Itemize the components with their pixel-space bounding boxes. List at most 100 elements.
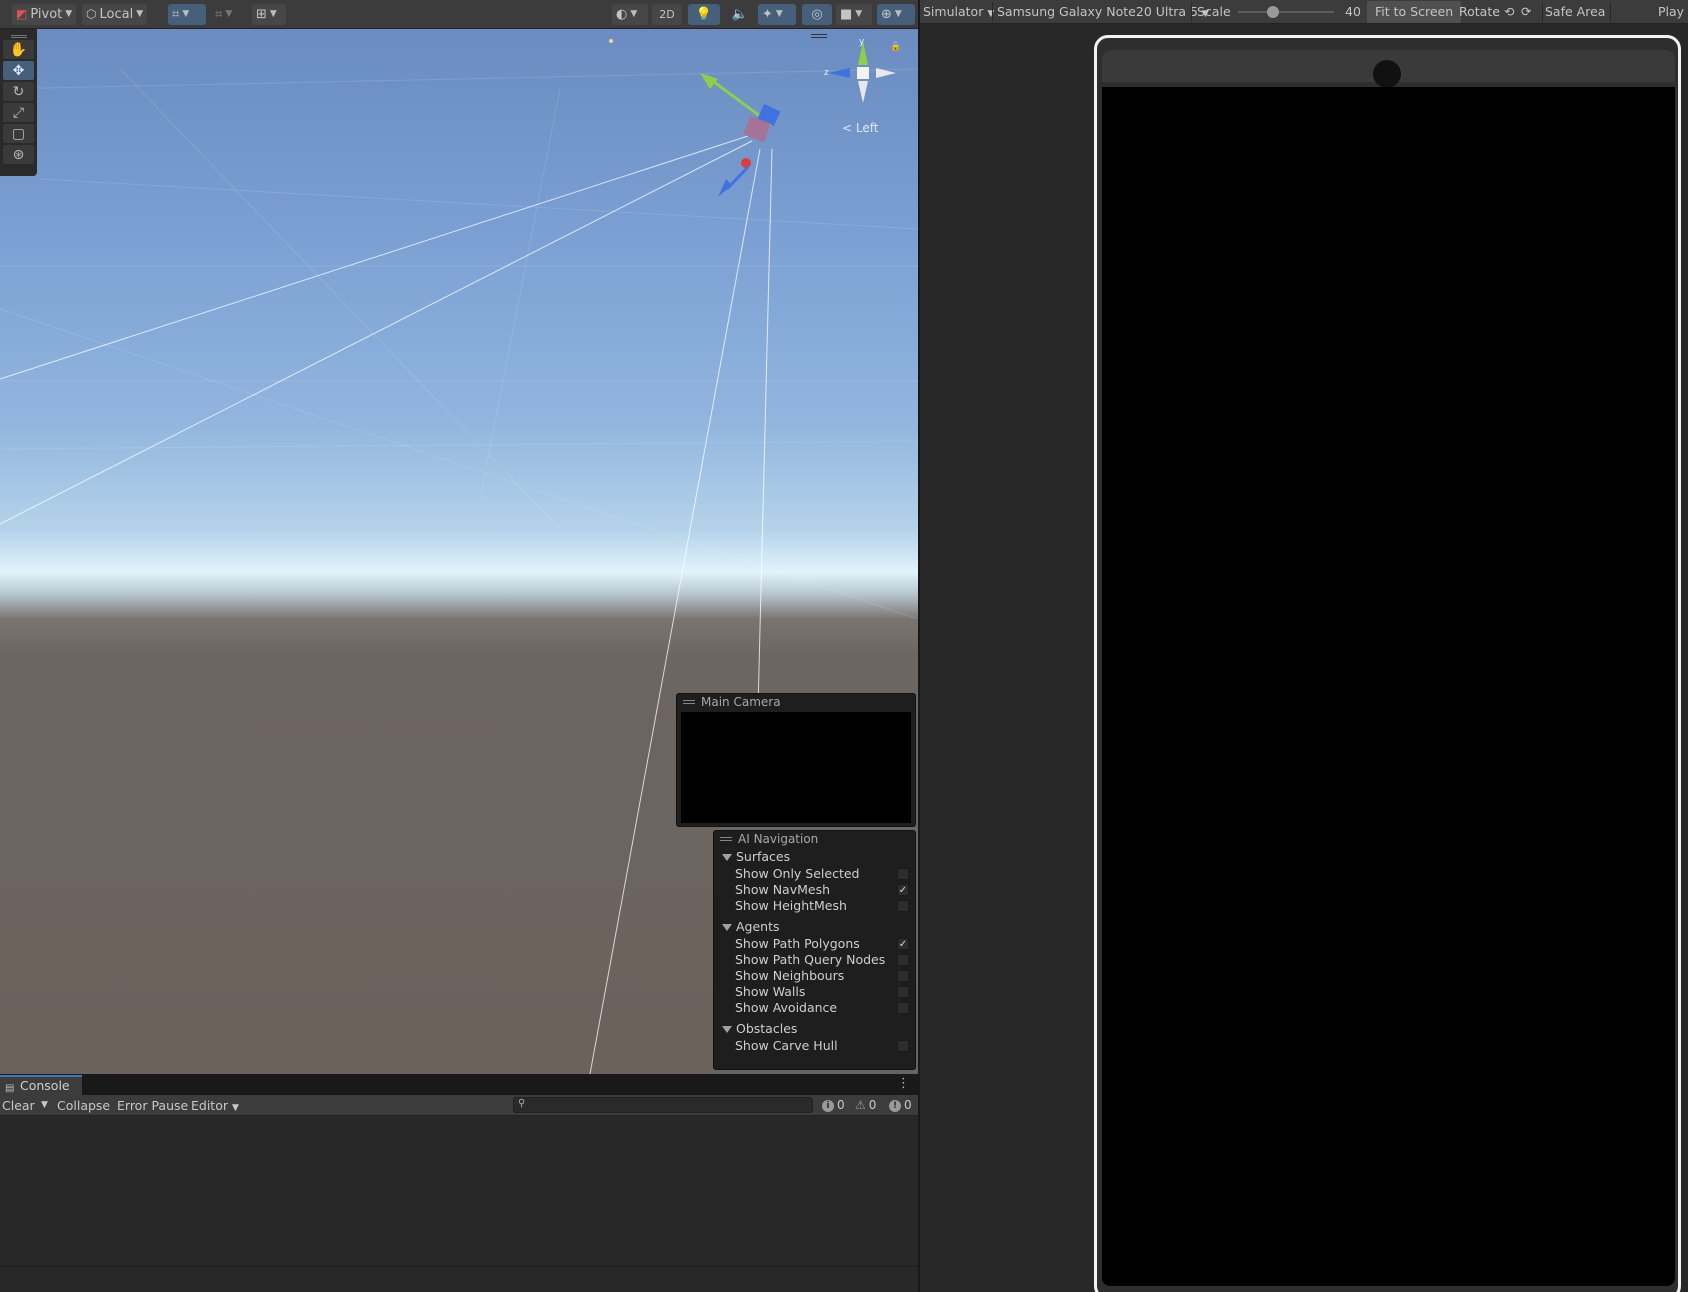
front-camera-icon — [1373, 60, 1401, 88]
option-show-walls[interactable]: Show Walls — [714, 984, 915, 1000]
unity-editor-window: ◩ Pivot ▼ ⬡ Local ▼ ⌗ ▼ ⌗ ▼ ⊞ ▼ ◐ ▼ 2D 💡… — [0, 0, 1688, 1292]
option-show-neighbours[interactable]: Show Neighbours — [714, 968, 915, 984]
chevron-down-icon: ▼ — [65, 9, 73, 19]
checkmark-icon: ✓ — [898, 939, 908, 950]
shaded-sphere-icon: ◐ — [616, 7, 628, 22]
section-surfaces[interactable]: Surfaces — [714, 848, 915, 866]
transform-icon: ⊛ — [12, 146, 25, 163]
rotate-label: Rotate — [1459, 4, 1500, 19]
checkbox-checked[interactable]: ✓ — [897, 938, 909, 950]
scale-label: Scale — [1197, 4, 1231, 19]
option-show-path-query-nodes[interactable]: Show Path Query Nodes — [714, 952, 915, 968]
checkbox-checked[interactable]: ✓ — [897, 884, 909, 896]
checkbox[interactable] — [897, 1002, 909, 1014]
device-dropdown[interactable]: Samsung Galaxy Note20 Ultra 5 ▼ — [997, 0, 1209, 24]
increment-snap-toggle[interactable]: ⊞ ▼ — [252, 4, 286, 25]
checkbox[interactable] — [897, 1040, 909, 1052]
clear-button[interactable]: Clear — [1, 1095, 36, 1116]
option-show-path-polygons[interactable]: Show Path Polygons ✓ — [714, 936, 915, 952]
option-show-carve-hull[interactable]: Show Carve Hull — [714, 1038, 915, 1054]
checkbox[interactable] — [897, 868, 909, 880]
main-camera-title[interactable]: Main Camera — [677, 694, 915, 711]
section-obstacles[interactable]: Obstacles — [714, 1020, 915, 1038]
audio-toggle[interactable]: 🔈 — [726, 4, 754, 25]
safe-area-toggle[interactable]: Safe Area — [1545, 0, 1605, 24]
option-show-only-selected[interactable]: Show Only Selected — [714, 866, 915, 882]
rotate-right-button[interactable]: ⟳ — [1521, 0, 1531, 24]
pivot-dropdown[interactable]: ◩ Pivot ▼ — [12, 4, 77, 25]
scale-value[interactable]: 40 — [1345, 0, 1361, 24]
console-panel: ▤ Console ⋮ Clear ▼ Collapse Error Pause… — [0, 1074, 918, 1292]
transform-tool-button[interactable]: ⊛ — [3, 145, 34, 164]
checkbox[interactable] — [897, 970, 909, 982]
grid-snap-toggle[interactable]: ⌗ ▼ — [168, 4, 206, 25]
chevron-down-icon: ▼ — [231, 1103, 239, 1113]
info-count-toggle[interactable]: i 0 — [822, 1095, 845, 1116]
camera-preview — [681, 712, 911, 823]
ai-navigation-overlay: AI Navigation Surfaces Show Only Selecte… — [713, 830, 916, 1070]
option-show-navmesh[interactable]: Show NavMesh ✓ — [714, 882, 915, 898]
local-dropdown[interactable]: ⬡ Local ▼ — [82, 4, 148, 25]
move-tool-button[interactable]: ✥ — [3, 61, 34, 80]
chevron-down-icon: ▼ — [269, 9, 277, 19]
chevron-down-icon: ▼ — [41, 1100, 48, 1110]
gizmo-menu-icon[interactable] — [811, 34, 827, 35]
pivot-label: Pivot — [30, 7, 63, 22]
play-mode-dropdown[interactable]: Play — [1658, 0, 1684, 24]
simulator-mode-dropdown[interactable]: Simulator ▼ — [923, 0, 994, 24]
clear-options-dropdown[interactable]: ▼ — [40, 1095, 49, 1116]
option-show-heightmesh[interactable]: Show HeightMesh — [714, 898, 915, 914]
checkbox[interactable] — [897, 954, 909, 966]
toggle-2d-button[interactable]: 2D — [652, 4, 682, 25]
camera-settings-dropdown[interactable]: ■ ▼ — [836, 4, 872, 25]
palette-grip[interactable] — [10, 35, 27, 36]
grid-visibility-toggle[interactable]: ⌗ ▼ — [211, 4, 249, 25]
scale-slider-thumb[interactable] — [1267, 6, 1279, 18]
scale-tool-button[interactable]: ⤢ — [3, 103, 34, 122]
kebab-menu-icon[interactable]: ⋮ — [897, 1076, 910, 1091]
view-orientation-label[interactable]: < Left — [842, 121, 878, 135]
checkbox[interactable] — [897, 900, 909, 912]
console-log-area[interactable] — [0, 1117, 918, 1267]
chevron-down-icon: ▼ — [855, 9, 863, 19]
grid-icon: ⌗ — [215, 7, 223, 22]
lock-icon[interactable]: 🔒 — [890, 42, 901, 52]
lighting-toggle[interactable]: 💡 — [688, 4, 720, 25]
collapse-button[interactable]: Collapse — [56, 1095, 111, 1116]
speaker-icon: 🔈 — [731, 7, 749, 22]
error-count-toggle[interactable]: ! 0 — [889, 1095, 912, 1116]
scene-visibility-toggle[interactable]: ◎ — [802, 4, 832, 25]
chevron-down-icon: ▼ — [987, 9, 995, 19]
checkbox[interactable] — [897, 986, 909, 998]
hand-tool-button[interactable]: ✋ — [3, 40, 34, 59]
rotate-tool-button[interactable]: ↻ — [3, 82, 34, 101]
gizmos-dropdown[interactable]: ⊕ ▼ — [877, 4, 915, 25]
rotate-cw-icon: ⟳ — [1521, 4, 1532, 19]
pivot-icon: ◩ — [16, 7, 28, 21]
simulator-view: Simulator ▼ Samsung Galaxy Note20 Ultra … — [920, 0, 1688, 1292]
device-screen[interactable] — [1102, 87, 1675, 1286]
chevron-left-icon: < — [842, 121, 853, 135]
section-agents[interactable]: Agents — [714, 918, 915, 936]
effects-dropdown[interactable]: ✦ ▼ — [758, 4, 796, 25]
snap-increment-icon: ⊞ — [256, 7, 267, 22]
tab-console[interactable]: ▤ Console — [0, 1075, 82, 1095]
gizmo-globe-icon: ⊕ — [881, 7, 892, 22]
scale-icon: ⤢ — [12, 104, 25, 121]
rotate-left-button[interactable]: ⟲ — [1504, 0, 1514, 24]
ai-navigation-title[interactable]: AI Navigation — [714, 831, 915, 848]
editor-dropdown[interactable]: Editor ▼ — [190, 1095, 240, 1116]
draw-mode-dropdown[interactable]: ◐ ▼ — [612, 4, 648, 25]
console-search-input[interactable]: ⚲ — [513, 1097, 813, 1113]
warning-count-toggle[interactable]: ⚠ 0 — [855, 1095, 876, 1116]
rect-tool-button[interactable]: ▢ — [3, 124, 34, 143]
search-icon: ⚲ — [518, 1098, 526, 1109]
console-tab-bar: ▤ Console ⋮ — [0, 1075, 918, 1095]
fit-to-screen-button[interactable]: Fit to Screen — [1367, 1, 1462, 23]
scene-toolbar: ◩ Pivot ▼ ⬡ Local ▼ ⌗ ▼ ⌗ ▼ ⊞ ▼ ◐ ▼ 2D 💡… — [0, 0, 918, 29]
chevron-down-icon: ▼ — [225, 9, 233, 19]
error-pause-button[interactable]: Error Pause — [116, 1095, 189, 1116]
scale-slider-track[interactable] — [1238, 11, 1334, 13]
option-show-avoidance[interactable]: Show Avoidance — [714, 1000, 915, 1016]
separator — [1542, 2, 1543, 22]
